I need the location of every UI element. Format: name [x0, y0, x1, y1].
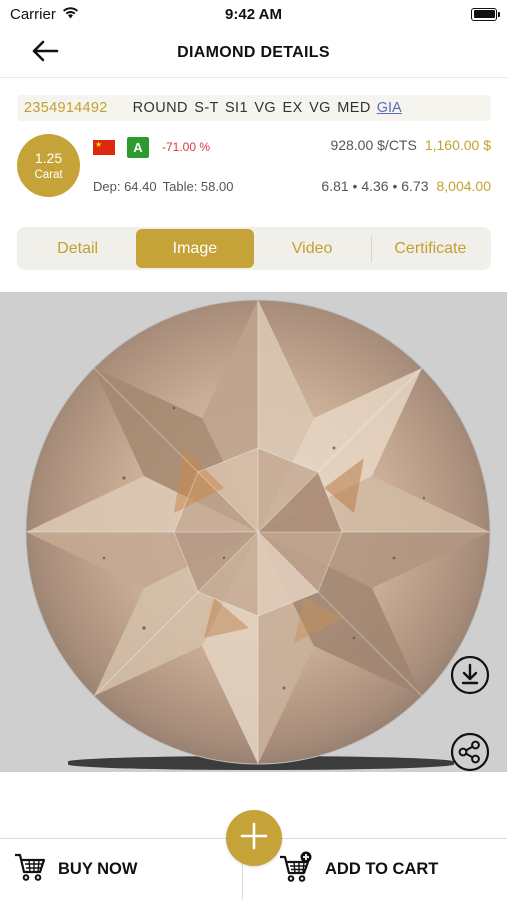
tab-detail[interactable]: Detail	[19, 229, 136, 268]
cart-icon	[14, 852, 46, 887]
measurements: 6.81 • 4.36 • 6.73	[321, 178, 429, 194]
tab-certificate[interactable]: Certificate	[372, 229, 489, 268]
measurements-line: 6.81 • 4.36 • 6.73 8,004.00	[321, 178, 491, 194]
total-amount: 8,004.00	[436, 178, 492, 194]
battery-icon	[471, 7, 500, 21]
table-value: Table: 58.00	[162, 179, 234, 194]
wifi-icon	[62, 6, 79, 23]
diamond-details-screen: Carrier 9:42 AM DIAMOND DETAILS 23549144	[0, 0, 507, 900]
stone-description: ROUND S-T SI1 VG EX VG MED	[132, 100, 371, 116]
add-fab-button[interactable]	[226, 810, 282, 866]
add-to-cart-label: ADD TO CART	[325, 860, 439, 878]
download-icon	[450, 655, 490, 700]
tab-image[interactable]: Image	[136, 229, 254, 268]
tab-video[interactable]: Video	[254, 229, 371, 268]
add-to-cart-icon	[279, 851, 313, 888]
stone-id: 2354914492	[24, 100, 108, 116]
stone-summary-row: 2354914492 ROUND S-T SI1 VG EX VG MED GI…	[17, 95, 491, 121]
price-total: 1,160.00 $	[424, 137, 491, 153]
lab-report-link[interactable]: GIA	[377, 100, 402, 116]
download-button[interactable]	[450, 655, 490, 700]
depth-value: Dep: 64.40	[93, 179, 157, 194]
carat-label: Carat	[34, 169, 63, 181]
nav-bar: DIAMOND DETAILS	[0, 28, 507, 78]
diamond-image-viewer	[0, 292, 507, 772]
diamond-image	[24, 298, 492, 766]
price-per-carat: 928.00 $/CTS	[330, 137, 417, 153]
status-left: Carrier	[10, 6, 79, 23]
carat-badge: 1.25 Carat	[17, 134, 80, 197]
depth-table-info: Dep: 64.40 Table: 58.00	[93, 179, 233, 194]
back-button[interactable]	[28, 38, 62, 68]
plus-icon	[239, 821, 269, 856]
page-title: DIAMOND DETAILS	[177, 43, 330, 61]
discount-percent: -71.00 %	[162, 140, 211, 154]
arrow-left-icon	[31, 40, 59, 67]
share-icon	[450, 732, 490, 773]
buy-now-label: BUY NOW	[58, 860, 138, 878]
carrier-label: Carrier	[10, 5, 56, 23]
add-to-cart-button[interactable]: ADD TO CART	[242, 839, 507, 900]
media-tabs: Detail Image Video Certificate	[17, 227, 491, 270]
status-bar: Carrier 9:42 AM	[0, 0, 507, 28]
price-line: 928.00 $/CTS 1,160.00 $	[330, 137, 491, 153]
grade-badge: A	[127, 137, 149, 158]
share-button[interactable]	[450, 732, 490, 773]
china-flag-icon: ★	[93, 140, 115, 155]
buy-now-button[interactable]: BUY NOW	[0, 839, 242, 900]
carat-value: 1.25	[34, 150, 63, 166]
